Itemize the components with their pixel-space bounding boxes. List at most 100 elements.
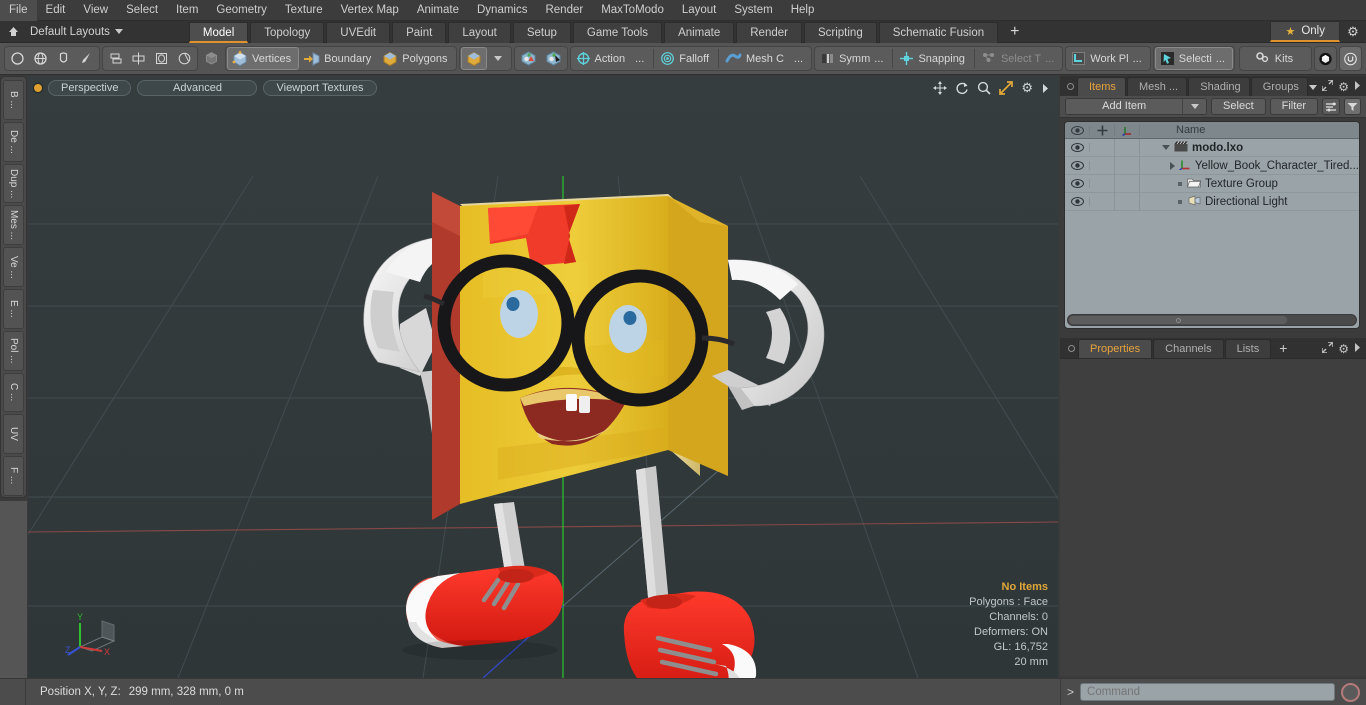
workplane-button[interactable]: Work Pl ... [1067,47,1148,70]
tab-layout[interactable]: Layout [448,21,511,43]
viewport-gear-icon[interactable]: ⚙ [1021,80,1033,96]
tab-model[interactable]: Model [188,21,249,43]
falloff-button[interactable]: Falloff [656,47,716,70]
twisty-down-icon[interactable] [1162,145,1170,150]
twisty-right-icon[interactable] [1169,161,1175,170]
mesh-constraint-button[interactable]: Mesh C ... [721,47,810,70]
box-align-icon[interactable] [150,47,173,70]
table-row[interactable]: modo.lxo [1065,138,1359,157]
tab-animate[interactable]: Animate [664,21,735,43]
left-tab-deform[interactable]: De ... [3,121,24,162]
tab-schematic-fusion[interactable]: Schematic Fusion [878,21,999,43]
list-options-icon[interactable] [1322,98,1340,115]
gear-icon[interactable]: ⚙ [1340,24,1366,40]
mesh-paint-icon[interactable] [516,47,541,70]
add-item-chevron-down-icon[interactable] [1182,99,1207,114]
filter-button[interactable]: Filter [1269,98,1319,115]
gear-icon[interactable]: ⚙ [1338,80,1349,94]
cube-select-icon[interactable] [200,47,223,70]
tab-paint[interactable]: Paint [392,21,447,43]
menu-item-layout[interactable]: Layout [673,0,726,21]
funnel-icon[interactable] [1343,98,1361,115]
symmetry-button[interactable]: Symm ... [816,47,890,70]
menu-item-system[interactable]: System [725,0,781,21]
radial-align-icon[interactable] [173,47,196,70]
tab-topology[interactable]: Topology [250,21,325,43]
row-visibility-eye-icon[interactable] [1065,197,1090,206]
menu-item-maxtomodo[interactable]: MaxToModo [592,0,673,21]
table-row[interactable]: Directional Light [1065,192,1359,211]
row-visibility-eye-icon[interactable] [1065,161,1090,170]
tab-setup[interactable]: Setup [512,21,571,43]
chevron-down-icon[interactable] [1309,84,1318,90]
add-tab-button[interactable]: + [1000,22,1029,43]
circle-tool-icon[interactable] [6,47,29,70]
more-icon[interactable] [1354,343,1361,355]
row-visibility-eye-icon[interactable] [1065,143,1090,152]
cone-tool-icon[interactable] [52,47,75,70]
tab-lists[interactable]: Lists [1224,339,1272,358]
tab-uvedit[interactable]: UVEdit [326,21,391,43]
item-list[interactable]: Name modo.lxo Yellow_Book_Character_Tire… [1064,121,1360,329]
tab-scripting[interactable]: Scripting [803,21,877,43]
panel-options-icon[interactable] [1064,77,1077,96]
modo-bridge-icon[interactable] [1314,46,1337,71]
viewport-more-icon[interactable] [1041,83,1050,94]
left-tab-basic[interactable]: B ... [3,80,24,120]
tab-mesh-ops[interactable]: Mesh ... [1126,77,1188,96]
default-layouts-dropdown[interactable]: Default Layouts [26,26,133,38]
item-row-directional-light[interactable]: Directional Light [1140,195,1359,209]
left-tab-fusion[interactable]: F ... [3,456,24,496]
only-toggle-button[interactable]: ★ Only [1270,21,1340,42]
menu-item-edit[interactable]: Edit [37,0,75,21]
item-mode-chevron-down-icon[interactable] [487,47,510,70]
left-tab-vertex[interactable]: Ve ... [3,247,24,287]
zoom-viewport-icon[interactable] [977,81,991,95]
kits-button[interactable]: Kits [1241,47,1310,70]
expand-icon[interactable] [1321,79,1334,94]
tab-groups[interactable]: Groups [1250,77,1309,96]
tab-items[interactable]: Items [1077,77,1126,96]
left-tab-mesh-edit[interactable]: Mes ... [3,205,24,246]
properties-options-icon[interactable] [1064,339,1078,358]
unreal-engine-icon[interactable] [1339,46,1362,71]
menu-item-file[interactable]: File [0,0,37,21]
menu-item-animate[interactable]: Animate [408,0,468,21]
selection-mode-vertices[interactable]: Vertices [227,47,300,70]
record-circle-icon[interactable] [1341,682,1360,702]
stack-align-icon[interactable] [104,47,127,70]
item-list-scrollbar-thumb[interactable] [1069,316,1287,324]
menu-item-render[interactable]: Render [536,0,592,21]
tab-properties[interactable]: Properties [1078,339,1153,358]
tab-channels[interactable]: Channels [1153,339,1224,358]
expand-icon[interactable] [1321,341,1334,356]
menu-item-vertex-map[interactable]: Vertex Map [332,0,408,21]
select-through-button[interactable]: Select T ... [977,47,1061,70]
left-tab-uv[interactable]: UV [3,414,24,455]
tab-shading[interactable]: Shading [1188,77,1250,96]
item-row-scene[interactable]: modo.lxo [1140,140,1359,155]
menu-item-item[interactable]: Item [167,0,207,21]
fit-viewport-icon[interactable] [999,81,1014,95]
viewport-advanced-button[interactable]: Advanced [137,80,258,96]
menu-item-dynamics[interactable]: Dynamics [468,0,536,21]
viewport-perspective-button[interactable]: Perspective [48,80,132,96]
selection-set-button[interactable]: Selecti ... [1154,47,1233,70]
properties-add-tab-button[interactable]: + [1272,339,1294,358]
sphere-tool-icon[interactable] [29,47,52,70]
table-row[interactable]: Texture Group [1065,174,1359,193]
gear-icon[interactable]: ⚙ [1338,342,1349,356]
center-align-icon[interactable] [127,47,150,70]
table-row[interactable]: Yellow_Book_Character_Tired... [1065,156,1359,175]
3d-viewport[interactable]: Perspective Advanced Viewport Textures ⚙ [28,76,1058,678]
left-tab-curve[interactable]: C ... [3,372,24,413]
item-list-scrollbar[interactable] [1067,314,1357,326]
pen-tool-icon[interactable] [75,47,98,70]
left-tab-polygon[interactable]: Pol ... [3,330,24,371]
add-item-dropdown[interactable]: Add Item [1065,98,1208,115]
command-input[interactable] [1080,683,1335,701]
mesh-edit-icon[interactable] [541,47,566,70]
viewport-textures-button[interactable]: Viewport Textures [263,80,377,96]
menu-item-help[interactable]: Help [782,0,824,21]
tab-game-tools[interactable]: Game Tools [572,21,663,43]
